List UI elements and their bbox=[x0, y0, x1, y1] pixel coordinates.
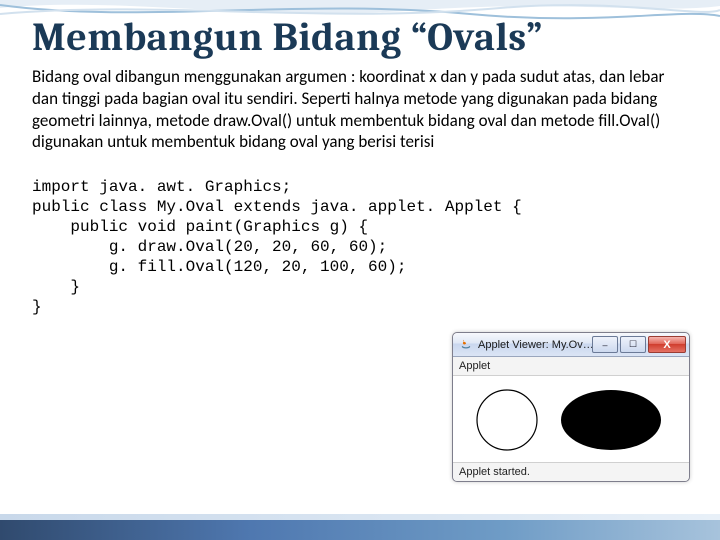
code-line: g. fill.Oval(120, 20, 100, 60); bbox=[32, 258, 406, 276]
code-line: public void paint(Graphics g) { bbox=[32, 218, 368, 236]
code-line: g. draw.Oval(20, 20, 60, 60); bbox=[32, 238, 387, 256]
window-title: Applet Viewer: My.Ov… bbox=[478, 339, 592, 351]
filled-oval bbox=[561, 390, 661, 450]
code-block: import java. awt. Graphics; public class… bbox=[32, 177, 688, 317]
code-line: public class My.Oval extends java. apple… bbox=[32, 198, 522, 216]
applet-viewer-window: Applet Viewer: My.Ov… – ☐ X Applet Apple… bbox=[452, 332, 690, 482]
window-buttons: – ☐ X bbox=[592, 336, 689, 353]
titlebar[interactable]: Applet Viewer: My.Ov… – ☐ X bbox=[453, 333, 689, 357]
drawn-oval bbox=[477, 390, 537, 450]
decorative-bottom-bar bbox=[0, 520, 720, 540]
java-icon bbox=[459, 338, 473, 352]
code-line: } bbox=[32, 278, 80, 296]
applet-canvas bbox=[453, 376, 689, 462]
slide: Membangun Bidang “Ovals” Bidang oval dib… bbox=[0, 0, 720, 540]
statusbar: Applet started. bbox=[453, 462, 689, 481]
menubar[interactable]: Applet bbox=[453, 357, 689, 376]
maximize-button[interactable]: ☐ bbox=[620, 336, 646, 353]
slide-body-text: Bidang oval dibangun menggunakan argumen… bbox=[32, 66, 672, 153]
minimize-button[interactable]: – bbox=[592, 336, 618, 353]
slide-title: Membangun Bidang “Ovals” bbox=[32, 14, 688, 60]
code-line: } bbox=[32, 298, 42, 316]
code-line: import java. awt. Graphics; bbox=[32, 178, 291, 196]
close-button[interactable]: X bbox=[648, 336, 686, 353]
